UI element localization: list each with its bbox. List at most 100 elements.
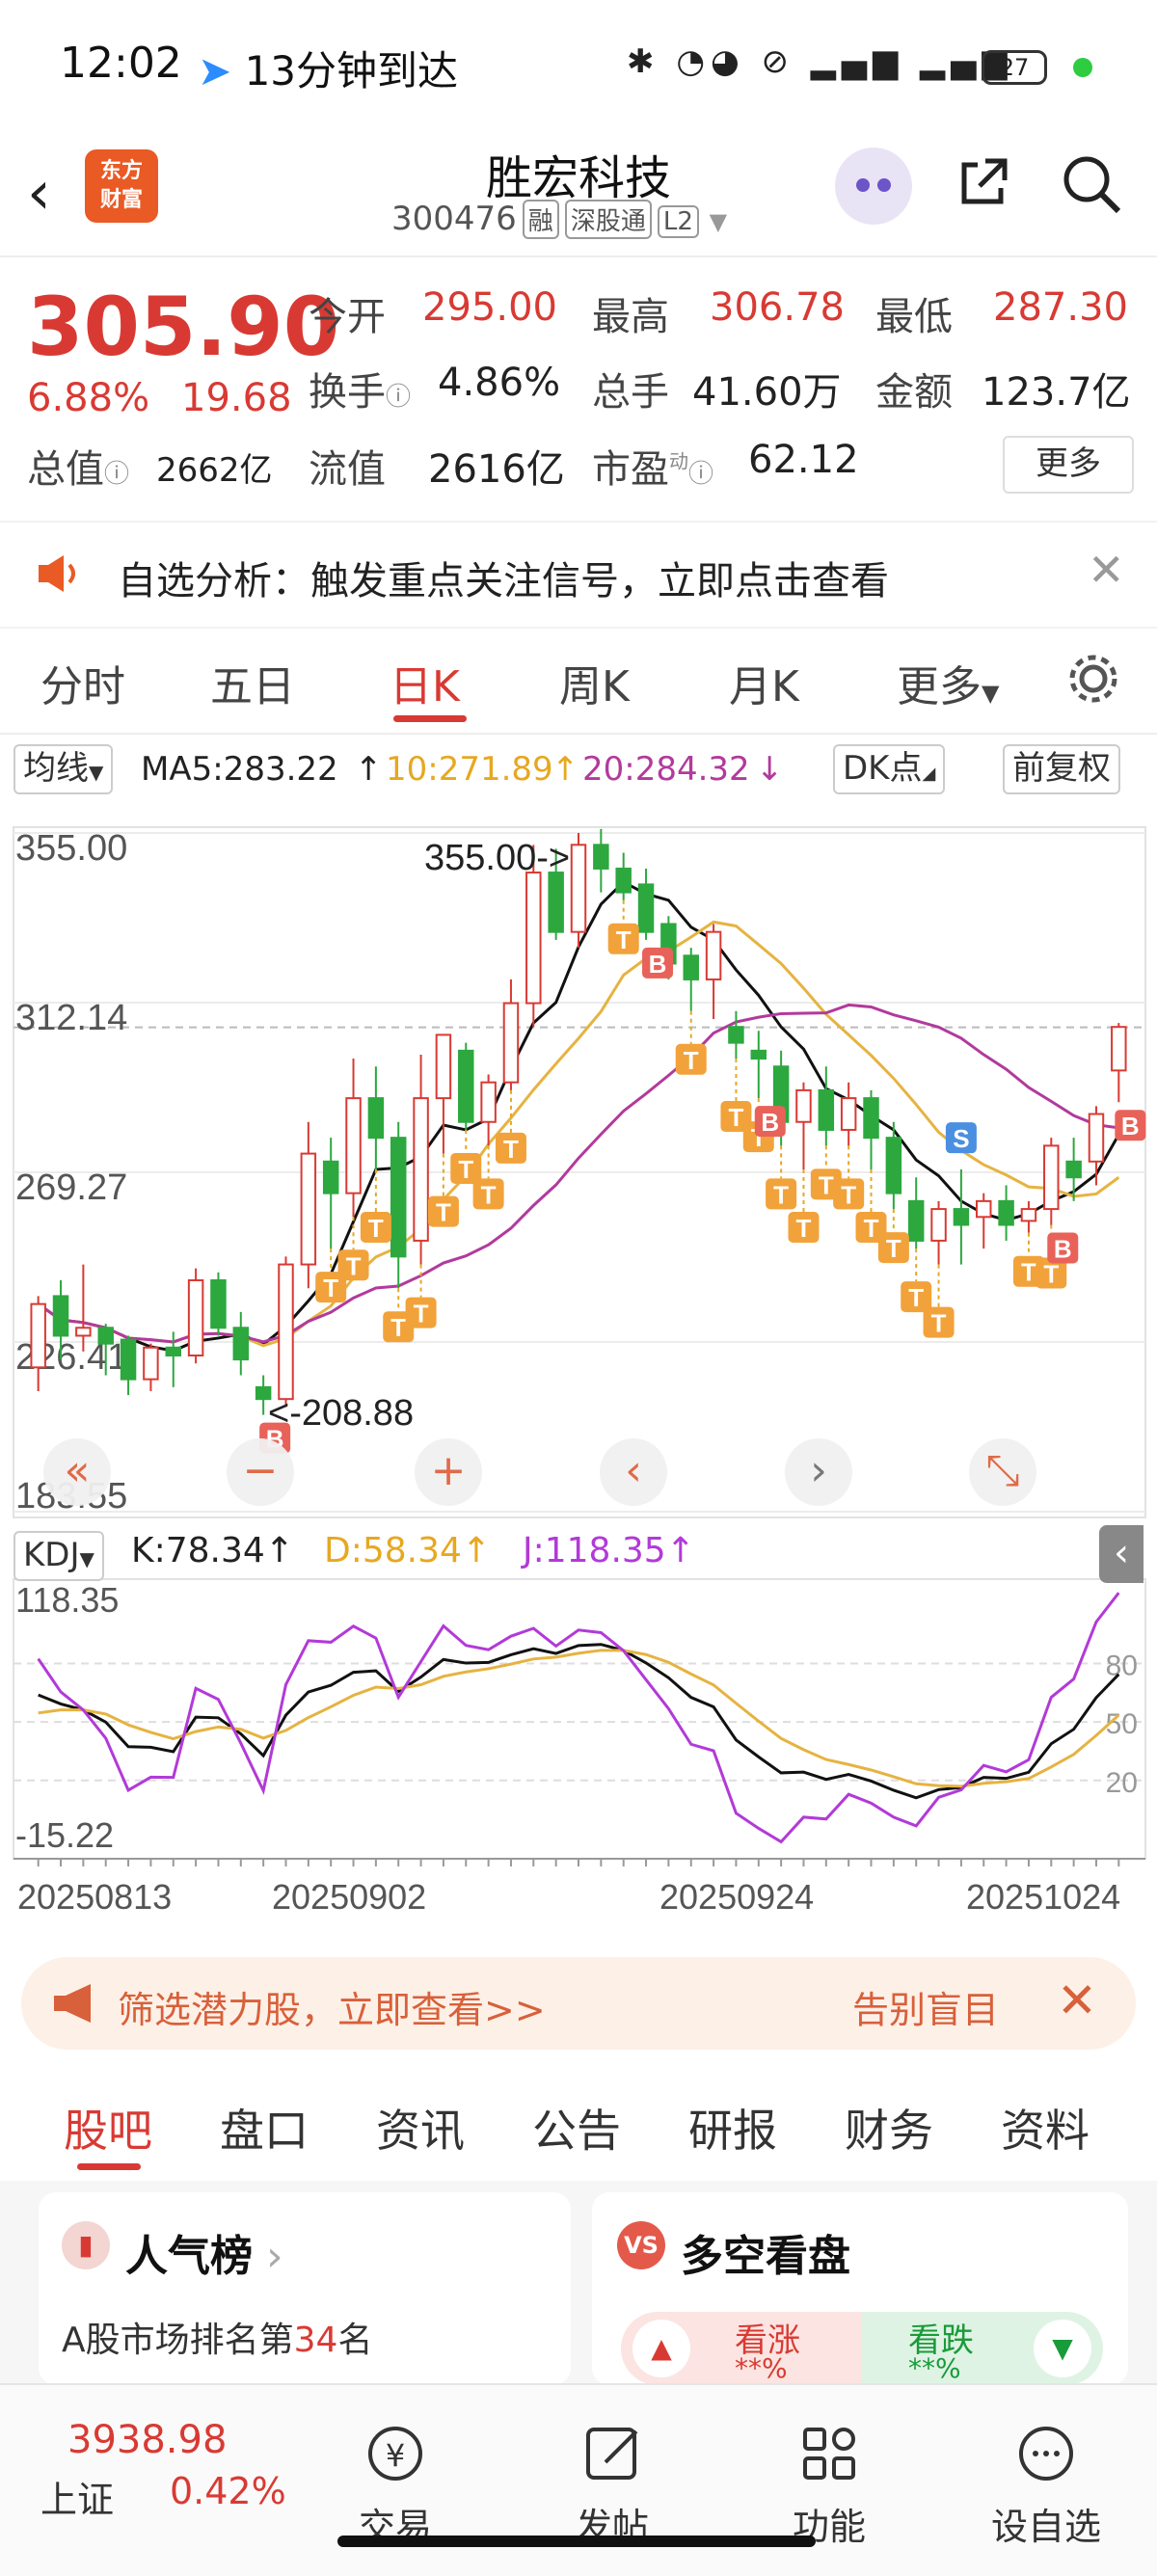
longshort-card[interactable]: VS 多空看盘 ▲ 看涨 **% 看跌 **% ▼ bbox=[592, 2192, 1128, 2385]
kdj-k-line bbox=[38, 1643, 1120, 1800]
kdj-k-value: K:78.34 bbox=[131, 1531, 265, 1570]
scroll-right-icon[interactable]: › bbox=[785, 1438, 852, 1506]
dk-point-select[interactable]: DK点◢ bbox=[833, 744, 946, 794]
scroll-left-fast-icon[interactable]: « bbox=[43, 1438, 111, 1506]
tab-monthly-k[interactable]: 月K bbox=[729, 652, 799, 713]
tab-orderbook[interactable]: 盘口 bbox=[220, 2096, 309, 2160]
low-value: 287.30 bbox=[993, 285, 1128, 330]
candle-body bbox=[345, 1097, 362, 1194]
share-icon[interactable] bbox=[956, 155, 1010, 209]
alert-banner[interactable]: 自选分析：触发重点关注信号，立即点击查看 ✕ bbox=[0, 521, 1157, 629]
tab-finance[interactable]: 财务 bbox=[845, 2096, 933, 2160]
price-axis-label: 355.00 bbox=[15, 828, 127, 869]
trade-icon[interactable]: ¥ bbox=[333, 2424, 458, 2483]
ma-select[interactable]: 均线▼ bbox=[13, 744, 114, 794]
popularity-rank-unit: 名 bbox=[337, 2321, 373, 2360]
tab-research[interactable]: 研报 bbox=[688, 2096, 777, 2160]
kline-chart[interactable]: 355.00312.14269.27226.41183.55 TTTTTTTTT… bbox=[0, 798, 1157, 1936]
tab-forum[interactable]: 股吧 bbox=[64, 2096, 152, 2160]
apps-icon[interactable] bbox=[767, 2424, 892, 2483]
signal-t-label: T bbox=[1021, 1258, 1036, 1287]
speaker-icon bbox=[39, 555, 75, 592]
tab-profile[interactable]: 资料 bbox=[1001, 2096, 1090, 2160]
open-label: 今开 bbox=[309, 295, 386, 339]
chart-tabs: 分时 五日 日K 周K 月K 更多▼ bbox=[0, 627, 1157, 735]
bull-button[interactable]: ▲ 看涨 **% bbox=[621, 2312, 862, 2385]
current-price: 305.90 bbox=[27, 280, 340, 374]
candle-body bbox=[953, 1208, 970, 1226]
nav-add-watchlist[interactable]: 设自选 bbox=[983, 2497, 1109, 2550]
collapse-panel-icon[interactable]: ‹ bbox=[1099, 1525, 1144, 1583]
ad-text: 筛选潜力股，立即查看>> bbox=[118, 1989, 546, 2031]
signal-t-label: T bbox=[931, 1309, 947, 1338]
dropdown-icon[interactable]: ▼ bbox=[710, 208, 727, 235]
tab-more[interactable]: 更多▼ bbox=[897, 652, 999, 713]
float-value: 2616亿 bbox=[428, 447, 565, 492]
ad-banner[interactable]: 筛选潜力股，立即查看>> 告别盲目 ✕ bbox=[21, 1957, 1136, 2050]
kdj-axis-min: -15.22 bbox=[15, 1815, 114, 1855]
candle-body bbox=[413, 1097, 429, 1242]
signal-b-label: B bbox=[1054, 1235, 1072, 1264]
candle-body bbox=[322, 1160, 339, 1194]
signal-t-label: T bbox=[323, 1274, 338, 1302]
signal-5g-icon: ▂▄▆ bbox=[810, 42, 904, 81]
candle-body bbox=[705, 930, 722, 980]
info-icon[interactable]: ⓘ bbox=[688, 460, 713, 489]
pe-sup: 动 bbox=[669, 449, 688, 473]
change-percent: 6.88% bbox=[27, 376, 150, 420]
info-icon[interactable]: ⓘ bbox=[386, 383, 411, 412]
tab-announcements[interactable]: 公告 bbox=[532, 2096, 621, 2160]
watchlist-icon[interactable] bbox=[983, 2424, 1109, 2483]
price-axis-label: 269.27 bbox=[15, 1167, 127, 1208]
status-dot bbox=[1073, 58, 1092, 77]
popularity-rank-prefix: A股市场排名第 bbox=[62, 2321, 294, 2360]
candle-body bbox=[1043, 1144, 1060, 1211]
kdj-select[interactable]: KDJ▼ bbox=[13, 1531, 104, 1581]
arrow-down-icon: ▼ bbox=[1034, 2320, 1091, 2377]
candle-body bbox=[1065, 1160, 1082, 1179]
signal-b-label: B bbox=[761, 1108, 779, 1137]
candle-body bbox=[75, 1327, 92, 1337]
candle-body bbox=[458, 1049, 474, 1123]
search-icon[interactable] bbox=[1061, 153, 1122, 215]
bear-button[interactable]: 看跌 **% ▼ bbox=[862, 2312, 1103, 2385]
annotation-high: 355.00-> bbox=[424, 838, 570, 878]
popularity-card[interactable]: ▮ 人气榜 › A股市场排名第34名 bbox=[39, 2192, 571, 2385]
fullscreen-icon[interactable]: ⤡ bbox=[969, 1438, 1036, 1506]
signal-t-label: T bbox=[390, 1313, 406, 1342]
tab-intraday[interactable]: 分时 bbox=[40, 652, 125, 713]
candle-body bbox=[615, 867, 632, 894]
bluetooth-icon: ✱ bbox=[627, 42, 660, 81]
date-axis-label: 20250924 bbox=[659, 1877, 814, 1917]
index-value[interactable]: 3938.98 bbox=[67, 2418, 227, 2462]
gear-icon[interactable] bbox=[1064, 650, 1122, 708]
tab-news[interactable]: 资讯 bbox=[376, 2096, 465, 2160]
tab-daily-k[interactable]: 日K bbox=[390, 652, 460, 713]
info-icon[interactable]: ⓘ bbox=[104, 460, 129, 489]
signal-t-label: T bbox=[346, 1251, 362, 1280]
post-icon[interactable] bbox=[550, 2424, 675, 2483]
float-label: 流值 bbox=[309, 447, 386, 492]
index-change[interactable]: 0.42% bbox=[170, 2470, 286, 2512]
cards-area: ▮ 人气榜 › A股市场排名第34名 VS 多空看盘 ▲ 看涨 **% 看跌 *… bbox=[0, 2181, 1157, 2385]
tab-five-day[interactable]: 五日 bbox=[210, 652, 295, 713]
svg-text:¥: ¥ bbox=[386, 2437, 405, 2474]
scroll-left-icon[interactable]: ‹ bbox=[600, 1438, 667, 1506]
candle-body bbox=[165, 1346, 181, 1357]
adjust-select[interactable]: 前复权 bbox=[1003, 744, 1120, 794]
candle-body bbox=[187, 1278, 204, 1357]
close-icon[interactable]: ✕ bbox=[1057, 1972, 1097, 2028]
more-button[interactable]: 更多 bbox=[1003, 436, 1134, 494]
popularity-title-text: 人气榜 bbox=[125, 2232, 253, 2281]
tab-weekly-k[interactable]: 周K bbox=[559, 652, 630, 713]
zoom-in-icon[interactable]: + bbox=[415, 1438, 482, 1506]
candle-body bbox=[570, 844, 587, 933]
kdj-j: J:118.35↑ bbox=[523, 1531, 695, 1570]
assistant-robot-icon[interactable] bbox=[835, 148, 912, 225]
popularity-title: 人气榜 › bbox=[125, 2221, 283, 2283]
index-name[interactable]: 上证 bbox=[40, 2470, 114, 2523]
close-icon[interactable]: ✕ bbox=[1088, 544, 1125, 596]
kdj-j-value: J:118.35 bbox=[523, 1531, 666, 1570]
kdj-k: K:78.34↑ bbox=[131, 1531, 294, 1570]
zoom-out-icon[interactable]: − bbox=[227, 1438, 294, 1506]
